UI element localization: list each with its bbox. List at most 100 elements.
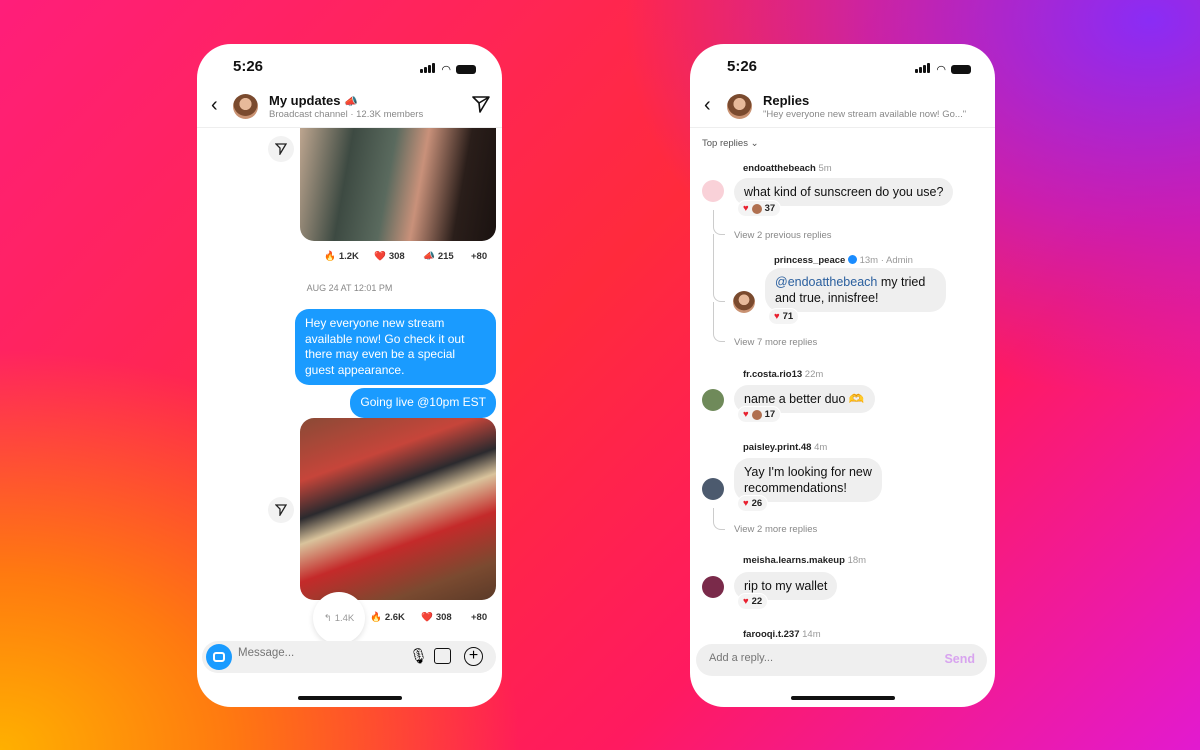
heart-icon: ♥	[743, 409, 749, 420]
heart-icon: ♥	[743, 596, 749, 607]
reply-reactions[interactable]: ♥ 37	[737, 200, 782, 217]
reaction-count: 308	[388, 251, 405, 262]
reaction-count: 26	[751, 498, 763, 509]
gallery-icon[interactable]	[434, 648, 451, 664]
reaction-count: 37	[764, 203, 776, 214]
reaction-count: 308	[435, 612, 452, 623]
back-icon[interactable]: ‹	[211, 94, 218, 117]
reaction-megaphone[interactable]: 📣 215	[423, 251, 454, 262]
reaction-count: 1.2K	[338, 251, 359, 262]
reply-username: farooqi.t.237 14m	[743, 629, 821, 640]
thread-line	[713, 302, 725, 342]
chevron-down-icon: ⌄	[750, 138, 759, 149]
reactor-avatar	[751, 203, 762, 214]
camera-button[interactable]	[206, 644, 232, 670]
reply-reactions[interactable]: ♥ 17	[737, 406, 782, 423]
avatar[interactable]	[733, 291, 755, 313]
reply-time: 18m	[847, 555, 867, 566]
reply-time: 22m	[804, 369, 824, 380]
verified-icon	[847, 255, 857, 264]
heart-icon: ♥	[743, 203, 749, 214]
broadcast-channel-phone: 5:26 ◠ ‹ My updates 📣 Broadcast channel …	[197, 44, 502, 707]
reply-time: 5m	[818, 163, 832, 174]
reply-time: 4m	[814, 442, 828, 453]
send-button[interactable]: Send	[944, 652, 975, 666]
reaction-count: +80	[471, 612, 488, 623]
replies-title: Replies	[763, 93, 810, 108]
status-icons: ◠	[915, 60, 971, 78]
heart-icon: ❤️	[421, 612, 433, 623]
message-composer: 🎙 +	[202, 641, 496, 673]
channel-avatar[interactable]	[233, 94, 258, 119]
channel-title: My updates 📣	[269, 93, 358, 108]
reply-composer: Send	[696, 644, 987, 676]
replies-button[interactable]: ↰ 1.4K	[313, 592, 365, 644]
forward-button[interactable]	[268, 497, 294, 523]
username: meisha.learns.makeup	[743, 555, 845, 566]
thread-line	[713, 508, 725, 530]
reaction-fire[interactable]: 🔥 2.6K	[370, 612, 405, 623]
reaction-count: +80	[471, 251, 488, 262]
username: endoatthebeach	[743, 163, 816, 174]
photo-friends[interactable]	[300, 418, 496, 600]
forward-button[interactable]	[268, 136, 294, 162]
reply-username: princess_peace 13m · Admin	[774, 255, 913, 266]
avatar[interactable]	[702, 576, 724, 598]
back-icon[interactable]: ‹	[704, 94, 711, 117]
home-indicator	[297, 696, 402, 700]
message-bubble[interactable]: Hey everyone new stream available now! G…	[295, 309, 496, 385]
photo-makeup[interactable]	[300, 128, 496, 241]
channel-avatar	[727, 94, 752, 119]
channel-name: My updates	[269, 93, 341, 108]
reaction-heart[interactable]: ❤️ 308	[421, 612, 452, 623]
replies-subtitle: "Hey everyone new stream available now! …	[763, 109, 967, 120]
view-more-replies[interactable]: View 7 more replies	[734, 337, 817, 348]
reaction-more[interactable]: +80	[471, 251, 487, 262]
reply-input[interactable]	[709, 652, 909, 664]
reply-time: 13m · Admin	[859, 255, 913, 266]
reaction-count: 22	[751, 596, 763, 607]
add-icon[interactable]: +	[464, 647, 483, 666]
reaction-heart[interactable]: ❤️ 308	[374, 251, 405, 262]
reactor-avatar	[751, 409, 762, 420]
view-previous-replies[interactable]: View 2 previous replies	[734, 230, 832, 241]
sort-dropdown[interactable]: Top replies ⌄	[702, 138, 759, 149]
home-indicator	[790, 696, 895, 700]
message-bubble[interactable]: Going live @10pm EST	[350, 388, 496, 418]
microphone-icon[interactable]: 🎙	[409, 647, 428, 665]
thread-line	[713, 234, 725, 302]
reaction-fire[interactable]: 🔥 1.2K	[324, 251, 359, 262]
status-time: 5:26	[727, 58, 758, 75]
reply-time: 14m	[802, 629, 821, 640]
reaction-more[interactable]: +80	[471, 612, 487, 623]
reply-reactions[interactable]: ♥ 22	[737, 593, 769, 610]
message-input[interactable]	[238, 647, 388, 659]
heart-icon: ♥	[743, 498, 749, 509]
avatar[interactable]	[702, 478, 724, 500]
reply-reactions[interactable]: ♥ 26	[737, 495, 769, 512]
reply-reactions[interactable]: ♥ 71	[768, 308, 800, 325]
reply-username: paisley.print.48 4m	[743, 442, 827, 453]
reply-username: meisha.learns.makeup 18m	[743, 555, 866, 566]
reply-bubble[interactable]: @endoatthebeach my tried and true, innis…	[765, 268, 946, 312]
reaction-count: 71	[782, 311, 794, 322]
mention-link[interactable]: @endoatthebeach	[775, 275, 877, 289]
reply-count: 1.4K	[334, 612, 355, 624]
status-time: 5:26	[233, 58, 264, 75]
header-divider	[690, 127, 995, 128]
fire-icon: 🔥	[324, 251, 336, 262]
signal-icon	[915, 60, 931, 78]
reply-icon: ↰	[323, 612, 332, 624]
username: farooqi.t.237	[743, 629, 800, 640]
view-more-replies[interactable]: View 2 more replies	[734, 524, 817, 535]
reaction-count: 17	[764, 409, 776, 420]
channel-subtitle: Broadcast channel · 12.3K members	[269, 109, 424, 120]
wifi-icon: ◠	[441, 63, 451, 76]
avatar[interactable]	[702, 389, 724, 411]
megaphone-icon: 📣	[423, 251, 435, 262]
battery-icon	[456, 64, 476, 74]
username: fr.costa.rio13	[743, 369, 803, 380]
reply-username: fr.costa.rio13 22m	[743, 369, 823, 380]
avatar[interactable]	[702, 180, 724, 202]
share-icon[interactable]	[472, 95, 490, 118]
